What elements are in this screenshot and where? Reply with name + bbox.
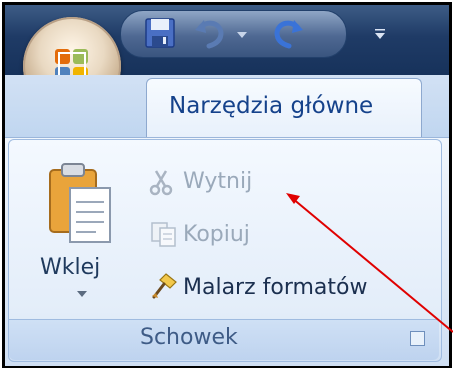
undo-dropdown-icon[interactable] [236, 30, 248, 40]
tab-home-label: Narzędzia główne [169, 93, 374, 119]
clipboard-group-label: Schowek [140, 325, 238, 350]
copy-icon [151, 222, 176, 247]
format-painter-icon [152, 273, 177, 299]
dialog-launcher-icon[interactable] [410, 331, 425, 346]
paste-icon[interactable] [44, 160, 116, 246]
format-painter-button-label[interactable]: Malarz formatów [183, 275, 368, 300]
redo-icon[interactable] [270, 16, 306, 50]
copy-button-label[interactable]: Kopiuj [183, 222, 250, 247]
paste-dropdown-icon[interactable] [77, 290, 87, 298]
undo-icon[interactable] [192, 16, 228, 50]
paste-button-label[interactable]: Wklej [40, 255, 100, 280]
scissors-icon [149, 170, 173, 196]
save-icon[interactable] [142, 16, 178, 50]
tab-home[interactable]: Narzędzia główne [146, 78, 422, 139]
customize-qat-icon[interactable] [373, 27, 387, 41]
cut-button-label[interactable]: Wytnij [183, 169, 252, 194]
